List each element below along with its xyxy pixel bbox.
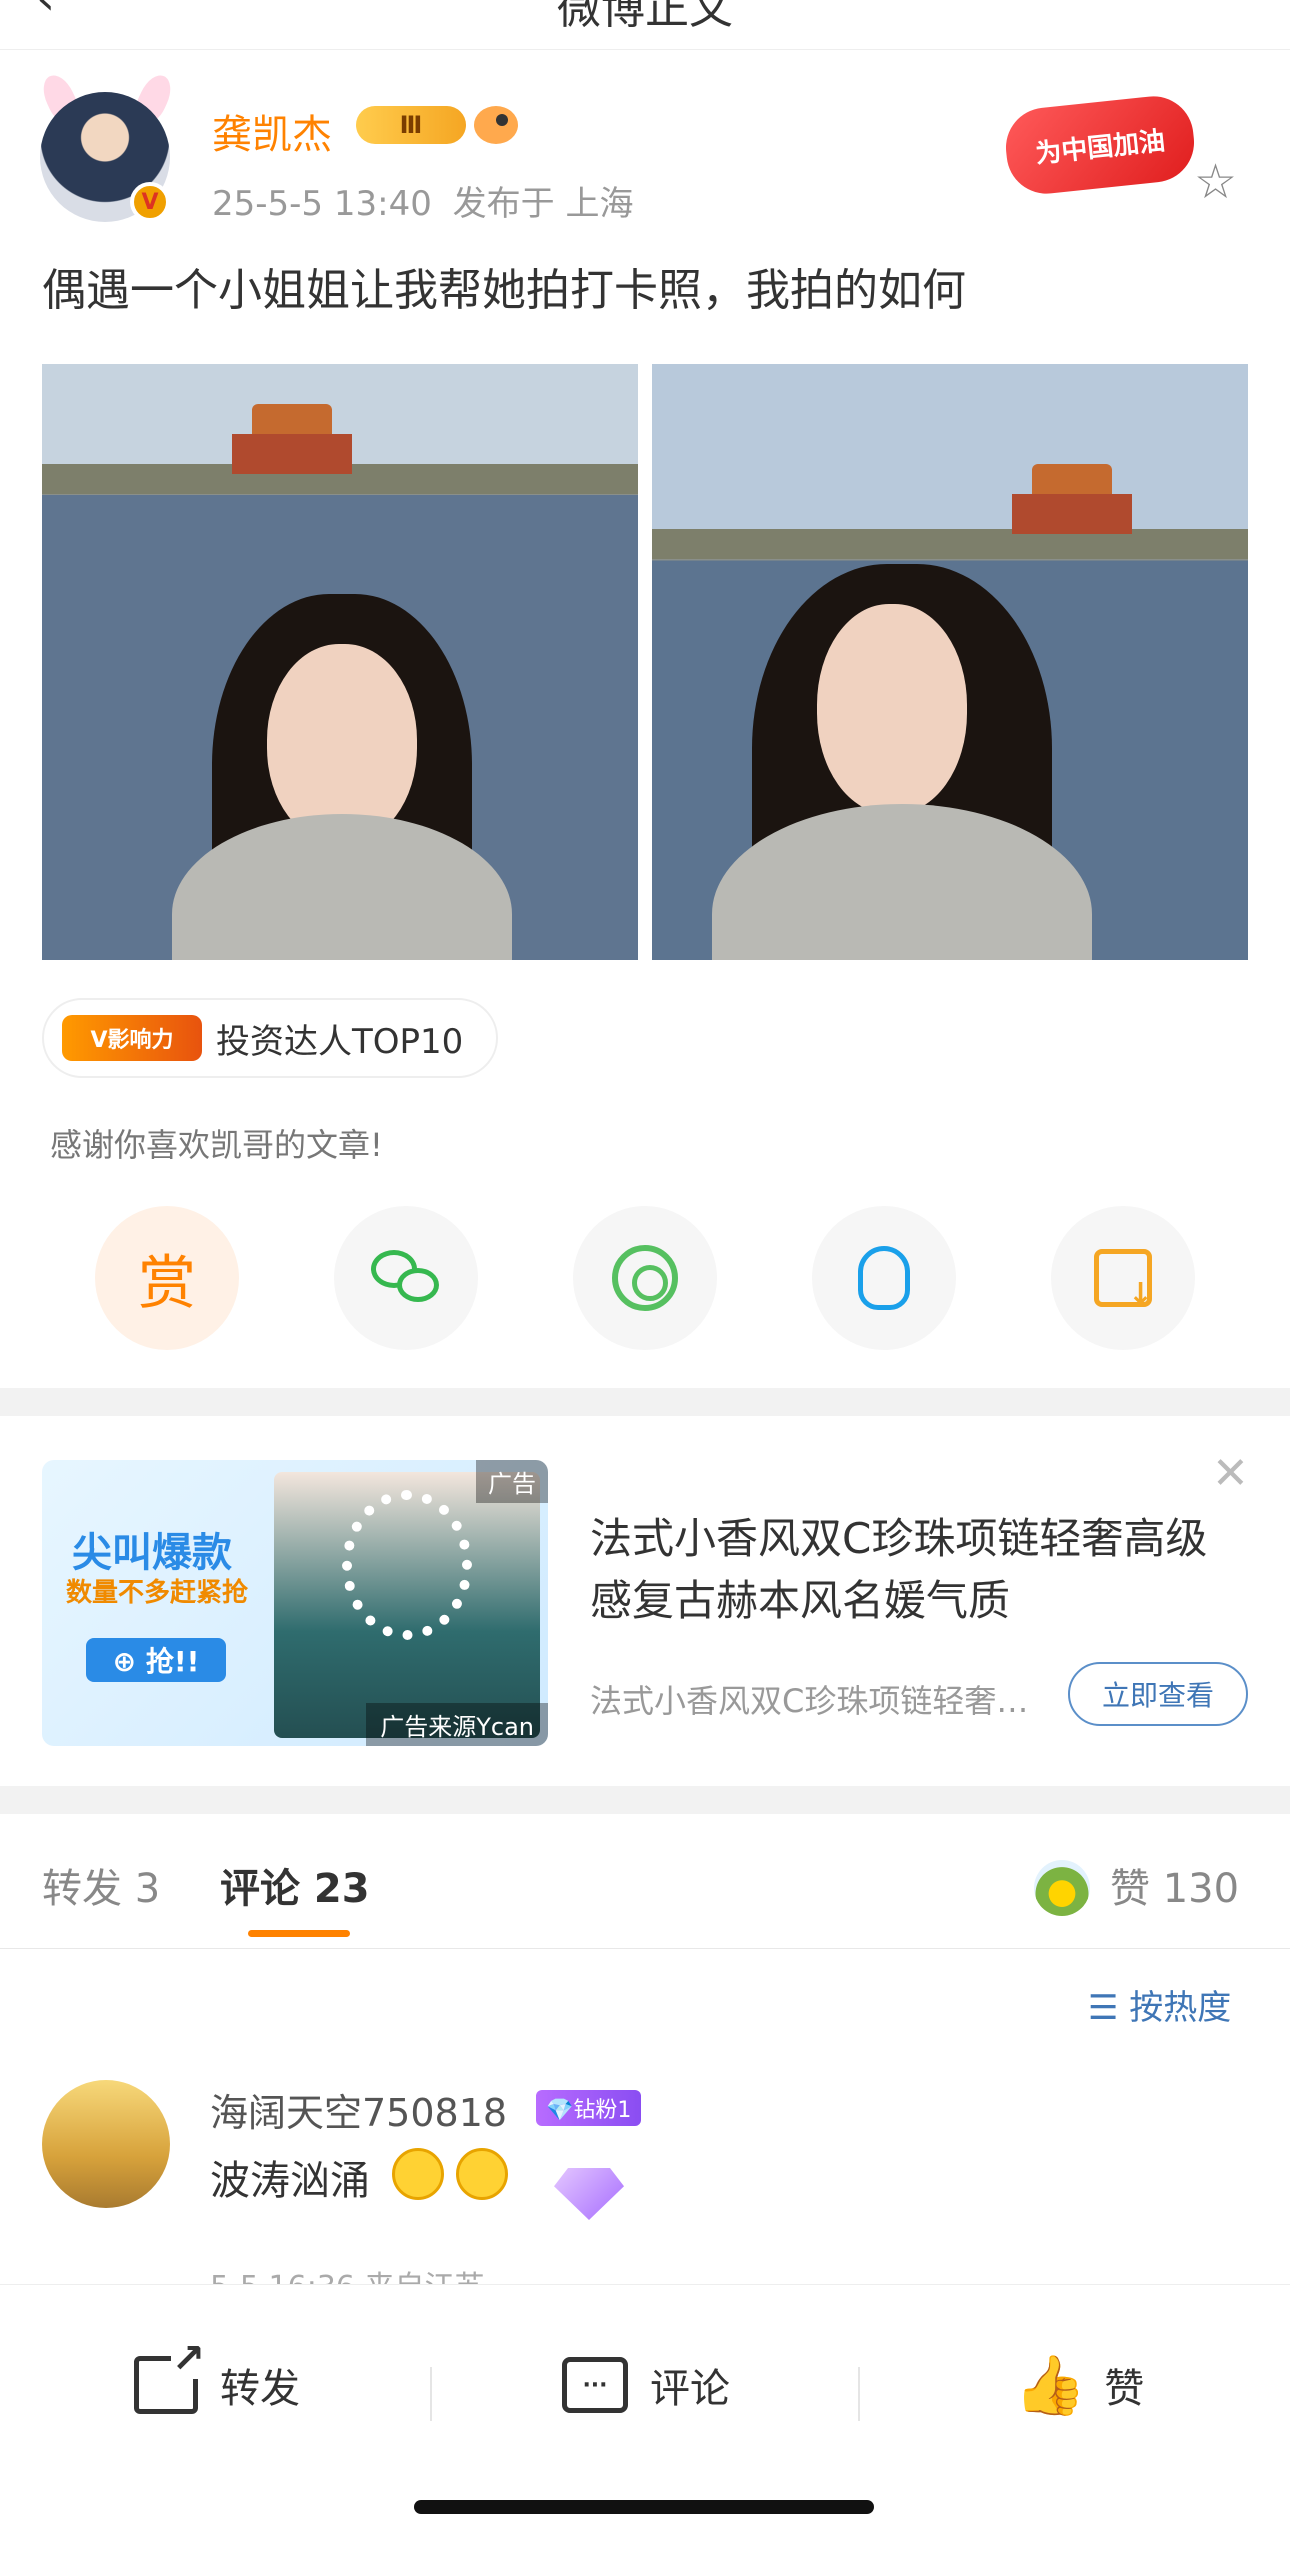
event-badge[interactable]: 为中国加油 [1002, 92, 1198, 198]
like-avatar [1034, 1860, 1090, 1916]
home-indicator [414, 2500, 874, 2514]
member-level-badge[interactable]: Ⅲ [356, 106, 466, 144]
influence-badge[interactable]: V影响力 投资达人TOP10 [42, 998, 498, 1078]
save-image-button[interactable] [1051, 1206, 1195, 1350]
share-wechat-button[interactable] [334, 1206, 478, 1350]
post-meta: 25-5-5 13:40 发布于 上海 [212, 176, 633, 225]
post-text: 偶遇一个小姐姐让我帮她拍打卡照，我拍的如何 [42, 265, 966, 316]
verified-badge: V [130, 182, 170, 222]
ad-grab-button[interactable]: ⊕ 抢!! [86, 1638, 226, 1682]
ad-description: 法式小香风双C珍珠项链轻奢高级感复古赫本风名媛气质 [590, 1682, 1060, 1720]
comment-button[interactable]: ··· 评论 [562, 2345, 730, 2425]
share-moments-button[interactable] [573, 1206, 717, 1350]
tab-repost[interactable]: 转发 3 [42, 1856, 160, 1914]
thumbs-up-emoji-icon [392, 2148, 444, 2200]
section-divider [0, 1388, 1290, 1416]
thumbs-up-icon: 👍 [1014, 2350, 1087, 2419]
post-image-1[interactable] [42, 364, 638, 960]
share-qq-button[interactable] [812, 1206, 956, 1350]
post-timestamp: 25-5-5 13:40 [212, 184, 432, 224]
sort-by-hot-button[interactable]: ☰ 按热度 [1088, 1980, 1231, 2029]
page-title: 微博正文 [557, 0, 733, 34]
ad-label: 广告 [476, 1460, 548, 1503]
comment-text: 波涛汹涌 [210, 2158, 370, 2204]
reward-thanks-text: 感谢你喜欢凯哥的文章! [50, 1126, 383, 1164]
wechat-icon [371, 1250, 441, 1306]
ad-subline: 数量不多赶紧抢 [66, 1578, 249, 1608]
fan-badge: 💎钻粉1 [536, 2090, 642, 2126]
ad-source: 广告来源Ycan [366, 1703, 548, 1746]
comment-avatar[interactable] [42, 2080, 170, 2208]
post-image-2[interactable] [652, 364, 1248, 960]
comment-username[interactable]: 海阔天空750818 [210, 2082, 507, 2137]
star-icon[interactable]: ☆ [1194, 158, 1237, 206]
post-header: V 龚凯杰 Ⅲ 25-5-5 13:40 发布于 上海 为中国加油 ☆ [0, 50, 1290, 240]
tabs-divider [0, 1948, 1290, 1949]
more-icon[interactable]: ⋯ [1116, 0, 1160, 21]
influence-icon: V影响力 [62, 1015, 202, 1061]
tab-like[interactable]: 赞 130 [1110, 1856, 1239, 1914]
moments-icon [612, 1245, 678, 1311]
ad-view-button[interactable]: 立即查看 [1068, 1662, 1248, 1726]
like-button[interactable]: 👍 赞 [1014, 2345, 1144, 2425]
like-label: 赞 [1104, 2366, 1145, 2412]
top-nav: ‹ 微博正文 ⋯ [0, 0, 1290, 50]
pearl-necklace-image [342, 1490, 472, 1640]
bar-separator [858, 2367, 860, 2421]
tab-comment[interactable]: 评论 23 [220, 1856, 370, 1914]
repost-icon [134, 2339, 205, 2414]
influence-label: 投资达人TOP10 [216, 1021, 464, 1062]
save-image-icon [1094, 1249, 1153, 1312]
reward-button[interactable]: 赏 [95, 1206, 239, 1350]
repost-button[interactable]: 转发 [134, 2339, 300, 2425]
ad-image[interactable]: 尖叫爆款 数量不多赶紧抢 ⊕ 抢!! 广告 广告来源Ycan [42, 1460, 548, 1746]
ad-title[interactable]: 法式小香风双C珍珠项链轻奢高级感复古赫本风名媛气质 [590, 1508, 1240, 1632]
fish-icon [474, 106, 518, 144]
laugh-emoji-icon [456, 2148, 508, 2200]
qq-icon [858, 1246, 910, 1310]
comment-label: 评论 [650, 2366, 730, 2412]
bar-separator [430, 2367, 432, 2421]
comment-icon: ··· [562, 2357, 628, 2413]
close-icon[interactable]: ✕ [1212, 1452, 1249, 1496]
diamond-icon [554, 2168, 624, 2220]
tab-active-indicator [248, 1930, 350, 1937]
username[interactable]: 龚凯杰 [212, 102, 332, 160]
repost-label: 转发 [220, 2366, 300, 2412]
post-location: 发布于 上海 [452, 184, 634, 224]
section-divider [0, 1786, 1290, 1814]
reward-label: 赏 [137, 1249, 196, 1317]
ad-headline: 尖叫爆款 [72, 1530, 232, 1576]
